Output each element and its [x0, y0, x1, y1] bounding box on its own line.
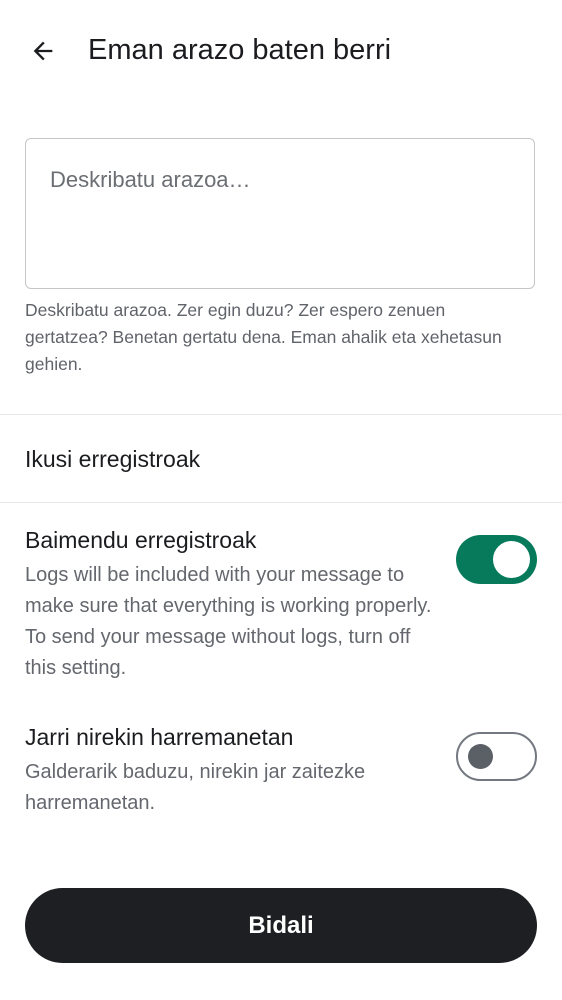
- allow-logs-title: Baimendu erregistroak: [25, 527, 257, 553]
- description-helper-text: Deskribatu arazoa. Zer egin duzu? Zer es…: [25, 300, 502, 374]
- back-button[interactable]: [22, 30, 64, 72]
- toggle-knob: [493, 541, 530, 578]
- arrow-left-icon: [33, 41, 53, 61]
- top-app-bar: Eman arazo baten berri: [0, 0, 562, 100]
- allow-logs-description: Logs will be included with your message …: [25, 564, 432, 679]
- contact-me-setting: Jarri nirekin harremanetan Galderarik ba…: [0, 721, 562, 821]
- send-button[interactable]: Bidali: [25, 888, 537, 963]
- divider: [0, 502, 562, 503]
- contact-me-title: Jarri nirekin harremanetan: [25, 724, 294, 750]
- send-button-label: Bidali: [248, 911, 314, 939]
- view-logs-row[interactable]: Ikusi erregistroak: [0, 415, 562, 502]
- allow-logs-toggle[interactable]: [456, 535, 537, 584]
- description-input[interactable]: [26, 139, 534, 288]
- toggle-knob: [468, 744, 493, 769]
- description-field[interactable]: [25, 138, 535, 289]
- view-logs-label: Ikusi erregistroak: [25, 446, 201, 472]
- contact-me-toggle[interactable]: [456, 732, 537, 781]
- contact-me-description: Galderarik baduzu, nirekin jar zaitezke …: [25, 761, 366, 814]
- allow-logs-setting: Baimendu erregistroak Logs will be inclu…: [0, 524, 562, 684]
- page-title: Eman arazo baten berri: [88, 34, 392, 66]
